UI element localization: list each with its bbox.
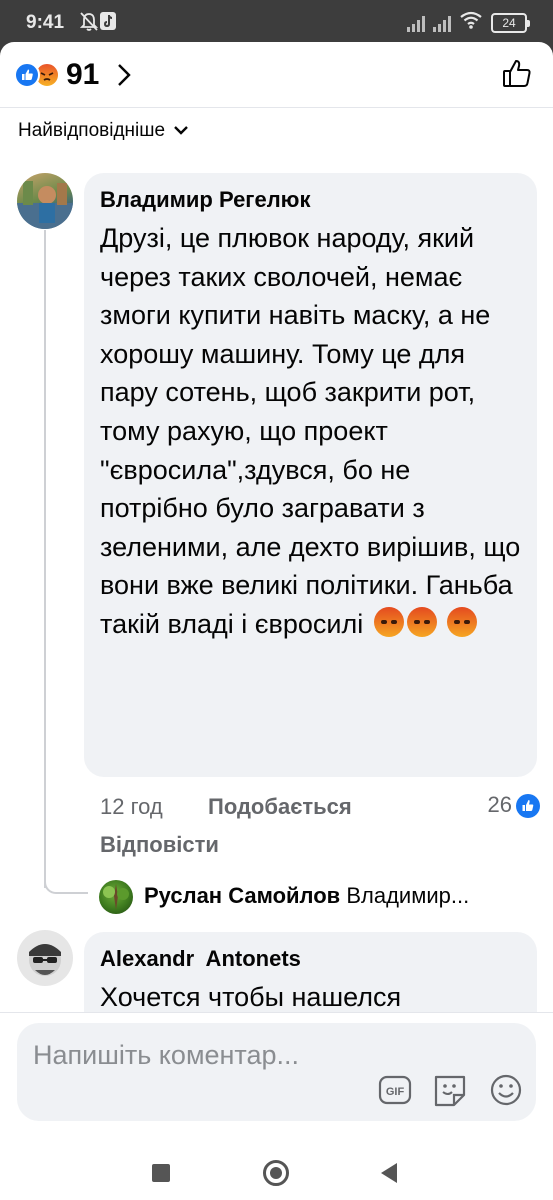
comment-placeholder: Напишіть коментар... <box>33 1040 300 1070</box>
like-reaction-icon <box>516 794 540 818</box>
battery-icon: 24 <box>491 12 530 33</box>
sort-label: Найвідповідніше <box>18 120 166 141</box>
comment-bubble[interactable]: Владимир Регелюк Друзі, це плювок народу… <box>84 173 537 777</box>
comment-meta: 12 год Подобається 26 <box>100 792 540 824</box>
emoji-icon[interactable] <box>489 1073 523 1112</box>
comment-author[interactable]: Владимир Регелюк <box>100 187 310 213</box>
comment-text: Друзі, це плювок народу, який через таки… <box>100 219 525 644</box>
comments-sheet: 91 Найвідповідніше Владимир Регелюк Друз… <box>0 42 553 1200</box>
back-icon[interactable] <box>381 1163 397 1183</box>
angry-emoji-icon <box>373 606 404 637</box>
like-reaction-icon <box>14 62 40 88</box>
status-time: 9:41 <box>26 12 65 33</box>
comment-input[interactable]: Напишіть коментар... GIF <box>17 1023 536 1121</box>
reply-button[interactable]: Відповісти <box>100 832 219 858</box>
avatar[interactable] <box>17 173 73 229</box>
avatar[interactable] <box>17 930 73 986</box>
gif-icon[interactable]: GIF <box>378 1073 412 1112</box>
screen: 9:41 24 91 Найвідповідніше Владимир Реге… <box>0 0 553 1200</box>
home-icon[interactable] <box>263 1160 289 1186</box>
chevron-down-icon <box>173 120 189 142</box>
reply-author: Руслан Самойлов <box>144 883 341 908</box>
avatar[interactable] <box>99 880 133 914</box>
comment-composer: Напишіть коментар... GIF <box>0 1012 553 1134</box>
signal-icon <box>407 14 425 32</box>
like-button[interactable]: Подобається <box>208 794 352 820</box>
thumbs-up-icon[interactable] <box>501 58 533 95</box>
reactions-header[interactable]: 91 <box>0 42 553 108</box>
status-bar: 9:41 24 <box>0 0 553 44</box>
comment-text: Хочется чтобы нашелся <box>100 982 402 1012</box>
thread-connector <box>44 868 88 894</box>
like-count[interactable]: 26 <box>488 792 512 818</box>
recents-icon[interactable] <box>152 1164 170 1182</box>
sort-dropdown[interactable]: Найвідповідніше <box>18 120 189 142</box>
reply-preview[interactable]: Руслан Самойлов Владимир... <box>144 883 469 909</box>
comment-time: 12 год <box>100 794 163 819</box>
bell-off-icon <box>79 12 99 37</box>
status-right: 24 <box>407 11 530 34</box>
reaction-icons <box>14 62 64 88</box>
comment-body: Друзі, це плювок народу, який через таки… <box>100 223 521 639</box>
sticker-icon[interactable] <box>432 1073 468 1114</box>
svg-text:GIF: GIF <box>386 1086 405 1098</box>
wifi-icon <box>459 11 483 34</box>
thread-line <box>44 230 46 888</box>
angry-emoji-icon <box>406 606 437 637</box>
reaction-count: 91 <box>66 58 100 91</box>
comment-author[interactable]: Alexandr Antonets <box>100 946 301 972</box>
signal-icon <box>433 14 451 32</box>
reply-text: Владимир... <box>346 883 470 908</box>
tiktok-icon <box>100 12 116 30</box>
system-nav-bar <box>0 1134 553 1200</box>
chevron-right-icon[interactable] <box>116 62 132 93</box>
angry-emoji-icon <box>447 606 478 637</box>
